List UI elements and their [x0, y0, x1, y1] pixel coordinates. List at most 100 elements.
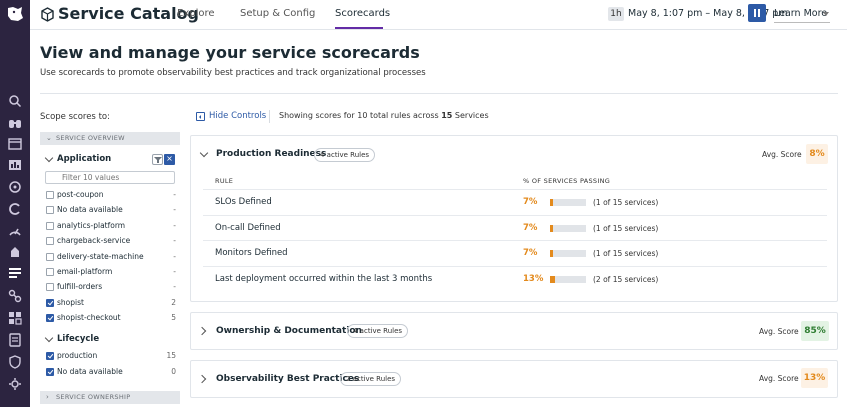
- facet-checkbox[interactable]: [46, 237, 54, 246]
- facet-option-label: No data available: [57, 366, 123, 376]
- showing-scores-summary: Showing scores for 10 total rules across…: [279, 111, 489, 120]
- service-catalog-icon[interactable]: [8, 266, 22, 280]
- rule-name: Last deployment occurred within the last…: [215, 273, 433, 284]
- facet-checkbox[interactable]: [46, 298, 54, 307]
- facet-option[interactable]: No data available 0: [46, 367, 176, 379]
- search-icon[interactable]: [8, 94, 22, 108]
- pause-button[interactable]: [748, 4, 766, 22]
- rule-service-count: (1 of 15 services): [593, 223, 659, 233]
- logo-dog-icon[interactable]: [5, 4, 25, 24]
- rule-service-count: (1 of 15 services): [593, 198, 659, 207]
- facet-option[interactable]: fulfill-orders -: [46, 282, 176, 294]
- facet-option-count: 2: [171, 297, 176, 307]
- facet-option[interactable]: analytics-platform -: [46, 221, 176, 233]
- tab-explore[interactable]: Explore: [177, 8, 215, 19]
- page-subtitle: Use scorecards to promote observability …: [40, 68, 426, 78]
- application-collapse-icon[interactable]: [44, 153, 54, 163]
- lifecycle-collapse-icon[interactable]: [44, 333, 54, 343]
- filter-funnel-button[interactable]: [152, 154, 163, 165]
- rum-icon[interactable]: [8, 245, 22, 259]
- facet-checkbox[interactable]: [46, 268, 54, 276]
- facet-checkbox[interactable]: [46, 221, 54, 230]
- facet-option-label: chargeback-service: [57, 236, 131, 246]
- active-rules-pill: 4 active Rules: [347, 324, 409, 338]
- learn-more-dropdown[interactable]: Learn More: [774, 8, 827, 19]
- facet-filter-input[interactable]: [45, 171, 175, 184]
- rule-progress-bar: [550, 250, 586, 257]
- facet-option[interactable]: delivery-state-machine -: [46, 252, 176, 264]
- facet-checkbox[interactable]: [46, 314, 54, 323]
- scorecard-title[interactable]: Ownership & Documentation: [216, 326, 362, 336]
- facet-option[interactable]: chargeback-service -: [46, 236, 176, 248]
- rule-service-count: (2 of 15 services): [593, 274, 659, 284]
- logs-icon[interactable]: [8, 333, 22, 347]
- rule-progress-bar: [550, 275, 586, 283]
- hide-controls-icon[interactable]: [196, 112, 205, 121]
- facet-option[interactable]: No data available -: [46, 205, 176, 217]
- facet-option[interactable]: shopist-checkout 5: [46, 313, 176, 325]
- avg-score-label: Avg. Score: [762, 150, 802, 159]
- facet-option-count: -: [173, 251, 176, 261]
- service-overview-section[interactable]: ⌄ SERVICE OVERVIEW: [40, 132, 180, 145]
- rule-passing-percent: 7%: [523, 197, 538, 207]
- clear-filter-button[interactable]: ×: [164, 154, 175, 165]
- rule-service-count: (1 of 15 services): [593, 249, 659, 258]
- service-ownership-section[interactable]: › SERVICE OWNERSHIP: [40, 391, 180, 404]
- tab-setup-config[interactable]: Setup & Config: [240, 8, 315, 19]
- facet-checkbox[interactable]: [46, 367, 54, 376]
- rule-progress-fill: [550, 199, 553, 206]
- rule-row[interactable]: SLOs Defined 7% (1 of 15 services): [203, 189, 827, 214]
- facet-option[interactable]: email-platform -: [46, 267, 176, 279]
- facet-checkbox[interactable]: [46, 191, 54, 199]
- rule-name: SLOs Defined: [215, 197, 272, 207]
- dashboards-icon[interactable]: [8, 137, 22, 151]
- ci-icon[interactable]: [8, 311, 22, 325]
- rule-row[interactable]: Last deployment occurred within the last…: [203, 265, 827, 291]
- facet-checkbox[interactable]: [46, 283, 54, 292]
- rule-progress-fill: [550, 224, 553, 232]
- scorecard-production-readiness: Production Readiness 4 active Rules Avg.…: [190, 135, 838, 302]
- facet-option[interactable]: production 15: [46, 351, 176, 363]
- scorecard-title[interactable]: Observability Best Practices: [216, 374, 359, 384]
- facet-option[interactable]: post-coupon -: [46, 190, 176, 202]
- monitors-icon[interactable]: [8, 180, 22, 194]
- expand-chevron-icon[interactable]: [197, 374, 207, 384]
- avg-score-label: Avg. Score: [759, 327, 799, 336]
- time-range-badge[interactable]: 1h: [608, 7, 624, 21]
- binoculars-icon[interactable]: [8, 116, 22, 130]
- avg-score-label: Avg. Score: [759, 374, 799, 383]
- facet-option-count: -: [173, 236, 176, 246]
- pause-icon: [754, 9, 756, 17]
- apm-icon[interactable]: [8, 223, 22, 237]
- rule-row[interactable]: Monitors Defined 7% (1 of 15 services): [203, 240, 827, 265]
- avg-score-badge: 85%: [801, 321, 829, 341]
- facet-option[interactable]: shopist 2: [46, 298, 176, 310]
- rule-progress-fill: [550, 275, 555, 283]
- facet-option-count: 0: [171, 366, 176, 376]
- expand-chevron-icon[interactable]: [197, 326, 207, 336]
- security-icon[interactable]: [8, 355, 22, 369]
- facet-checkbox[interactable]: [46, 252, 54, 261]
- facet-checkbox[interactable]: [46, 352, 54, 360]
- rule-progress-fill: [550, 250, 553, 257]
- infrastructure-icon[interactable]: [8, 158, 22, 172]
- settings-icon[interactable]: [8, 377, 22, 391]
- facet-option-label: shopist: [57, 297, 84, 307]
- scorecard-title[interactable]: Production Readiness: [216, 149, 326, 159]
- facet-checkbox[interactable]: [46, 206, 54, 215]
- rule-name: On-call Defined: [215, 222, 281, 233]
- network-icon[interactable]: [8, 289, 22, 303]
- chevron-down-icon: [823, 12, 829, 16]
- facet-option-label: shopist-checkout: [57, 313, 121, 323]
- rule-name: Monitors Defined: [215, 248, 288, 258]
- integrations-icon[interactable]: [8, 202, 22, 216]
- tab-scorecards[interactable]: Scorecards: [335, 8, 390, 19]
- facet-option-count: -: [173, 282, 176, 292]
- collapse-chevron-icon[interactable]: [199, 148, 209, 158]
- facet-option-count: -: [173, 205, 176, 215]
- hide-controls-button[interactable]: Hide Controls: [209, 111, 266, 121]
- lifecycle-facet-title: Lifecycle: [57, 334, 100, 344]
- facet-option-label: email-platform: [57, 267, 113, 276]
- rule-row[interactable]: On-call Defined 7% (1 of 15 services): [203, 214, 827, 240]
- service-catalog-app-icon: [41, 7, 54, 22]
